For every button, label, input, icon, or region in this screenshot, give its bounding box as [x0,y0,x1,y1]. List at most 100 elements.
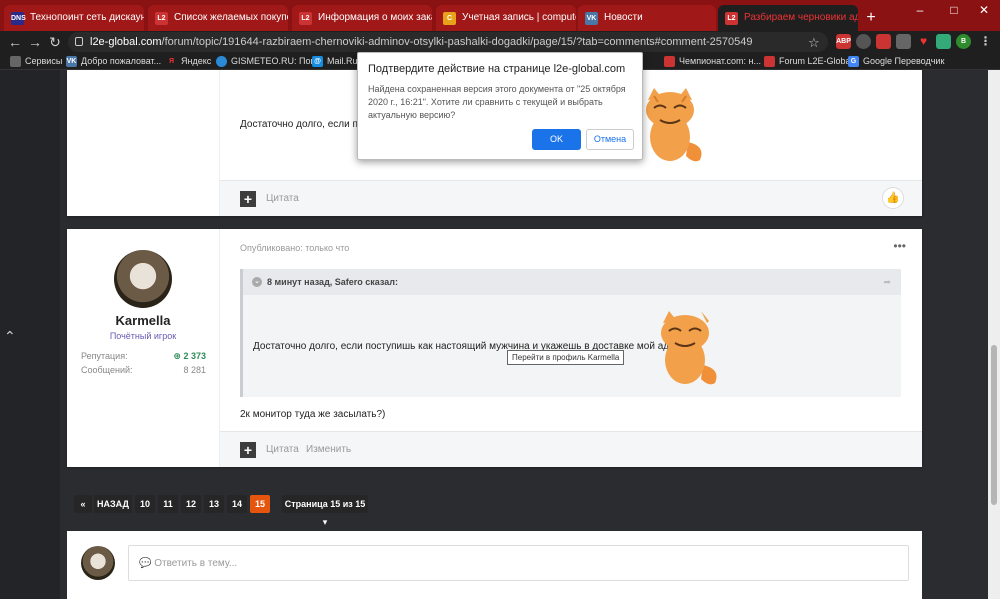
edit-link[interactable]: Изменить [306,444,351,455]
reload-icon[interactable]: ↻ [46,33,64,51]
menu-dots-icon[interactable]: ⋮ [978,34,993,49]
new-tab-button[interactable]: + [862,9,880,27]
l2-icon: L2 [299,12,312,25]
reputation-stat: Репутация: ⊕ 2 373 [81,351,206,361]
l2-icon: L2 [155,12,168,25]
quote-plus-icon[interactable]: + [240,442,256,458]
yandex-icon: Я [168,58,175,65]
tab-4[interactable]: VK Новости [578,5,716,31]
maximize-icon[interactable]: □ [938,0,970,20]
l2-icon: L2 [725,12,738,25]
page-14[interactable]: 14 [227,495,247,513]
back-page-button[interactable]: НАЗАД [94,495,132,513]
tab-strip: DNS Технопоинт сеть дискаунтер L2 Список ж… [0,0,1000,31]
mail-icon: @ [312,56,323,67]
scroll-up-icon[interactable]: ⌃ [4,328,16,345]
cloud-icon[interactable] [896,34,911,49]
tab-5-active[interactable]: L2 Разбираем черновики адм [718,5,858,31]
minimize-icon[interactable]: – [904,0,936,20]
close-window-icon[interactable]: ✕ [968,0,1000,20]
bookmark-vk[interactable]: VK Добро пожаловат... [66,55,161,68]
post-2: Karmella Почётный игрок Репутация: ⊕ 2 37… [67,229,922,467]
author-rank: Почётный игрок [109,331,177,341]
forward-arrow-icon[interactable]: → [26,33,44,51]
page-13[interactable]: 13 [204,495,224,513]
bookmark-championat[interactable]: Чемпионат.com: н... [664,55,761,68]
page-15-current[interactable]: 15 [250,495,270,513]
url-path: /forum/topic/191644-razbiraem-chernoviki… [161,36,753,48]
post-1-text: Достаточно долго, если пос [240,119,369,130]
quote-block: ⌄ 8 минут назад, Safero сказал: ➦ Достаточ… [240,269,901,397]
adblock-icon[interactable]: ABP [836,34,851,49]
messages-value: 8 281 [183,365,206,375]
bookmark-forum[interactable]: Forum L2E-Global [764,55,853,68]
gismeteo-icon [216,56,227,67]
quote-link[interactable]: Цитата [266,193,299,204]
page-12[interactable]: 12 [181,495,201,513]
tab-title: Новости [604,12,643,23]
dialog-title: Подтвердите действие на странице l2e-glo… [368,63,626,75]
speech-bubble-icon: 💬 [139,558,155,569]
tab-2[interactable]: L2 Информация о моих заказах [292,5,432,31]
profile-tooltip: Перейти в профиль Karmella [507,350,625,365]
published-time: Опубликовано: только что [240,243,350,253]
ok-button[interactable]: OK [532,129,581,150]
confirm-dialog: Подтвердите действие на странице l2e-glo… [357,52,643,160]
tab-title: Информация о моих заказах [318,12,432,23]
extension-icon-2[interactable] [936,34,951,49]
messages-stat: Сообщений: 8 281 [81,365,206,375]
bookmark-star-icon[interactable]: ☆ [808,33,820,52]
dialog-message: Найдена сохраненная версия этого докумен… [368,84,626,120]
bookmark-yandex[interactable]: Я Яндекс [166,55,211,68]
apps-grid-icon [10,56,21,67]
bookmark-google-translate[interactable]: G Google Переводчик [848,55,944,68]
avatar[interactable] [114,250,172,308]
post-1-footer: + Цитата 👍 [220,180,922,216]
tab-3[interactable]: C Учетная запись | computerun [436,5,576,31]
vk-icon: VK [66,56,77,67]
more-options-icon[interactable]: ••• [893,239,906,253]
scrollbar-thumb[interactable] [991,345,997,505]
quote-header: ⌄ 8 минут назад, Safero сказал: ➦ [243,269,901,295]
post-2-footer: + Цитата Изменить [220,431,922,467]
bookmark-gismeteo[interactable]: GISMETEO.RU: Пог... [216,55,320,68]
back-arrow-icon[interactable]: ← [6,33,24,51]
championat-icon [664,56,675,67]
chevron-down-icon[interactable]: ⌄ [252,277,262,287]
reply-input[interactable]: 💬 Ответить в тему... [128,545,909,581]
page-11[interactable]: 11 [158,495,178,513]
post-2-author: Karmella Почётный игрок Репутация: ⊕ 2 37… [67,229,219,467]
profile-avatar[interactable]: B [956,34,971,49]
cat-sticker [661,311,717,385]
thumbs-up-icon[interactable]: 👍 [882,187,904,209]
tab-title: Разбираем черновики адм [744,12,858,23]
cat-sticker [646,88,702,162]
l2-icon [764,56,775,67]
post-1-author [67,70,219,216]
tab-0[interactable]: DNS Технопоинт сеть дискаунтер [4,5,144,31]
quote-link[interactable]: Цитата [266,444,299,455]
plus-circle-icon: ⊕ [173,351,184,361]
tab-1[interactable]: L2 Список желаемых покупок [148,5,288,31]
pdf-icon[interactable] [876,34,891,49]
extension-icon[interactable] [856,34,871,49]
quote-plus-icon[interactable]: + [240,191,256,207]
author-name[interactable]: Karmella [67,313,219,328]
dns-icon: DNS [11,12,26,25]
share-arrow-icon[interactable]: ➦ [883,269,891,295]
first-page-icon[interactable]: « [74,495,92,513]
page-jump-dropdown[interactable]: Страница 15 из 15 ▾ [282,495,368,527]
address-bar[interactable]: l2e-global.com/forum/topic/191644-razbir… [68,32,828,52]
bookmark-services[interactable]: Сервисы [10,55,62,68]
post-2-body: Опубликовано: только что ••• ⌄ 8 минут на… [219,229,922,467]
scrollbar[interactable] [988,70,1000,599]
reply-box: 💬 Ответить в тему... [67,531,922,599]
tab-title: Технопоинт сеть дискаунтер [30,12,144,23]
tab-title: Список желаемых покупок [174,12,288,23]
caret-down-icon: ▾ [322,517,328,527]
bookmark-mail[interactable]: @ Mail.Ru [312,55,358,68]
computeruniverse-icon: C [443,12,456,25]
cancel-button[interactable]: Отмена [586,129,634,150]
heart-icon[interactable]: ♥ [916,34,931,49]
page-10[interactable]: 10 [135,495,155,513]
